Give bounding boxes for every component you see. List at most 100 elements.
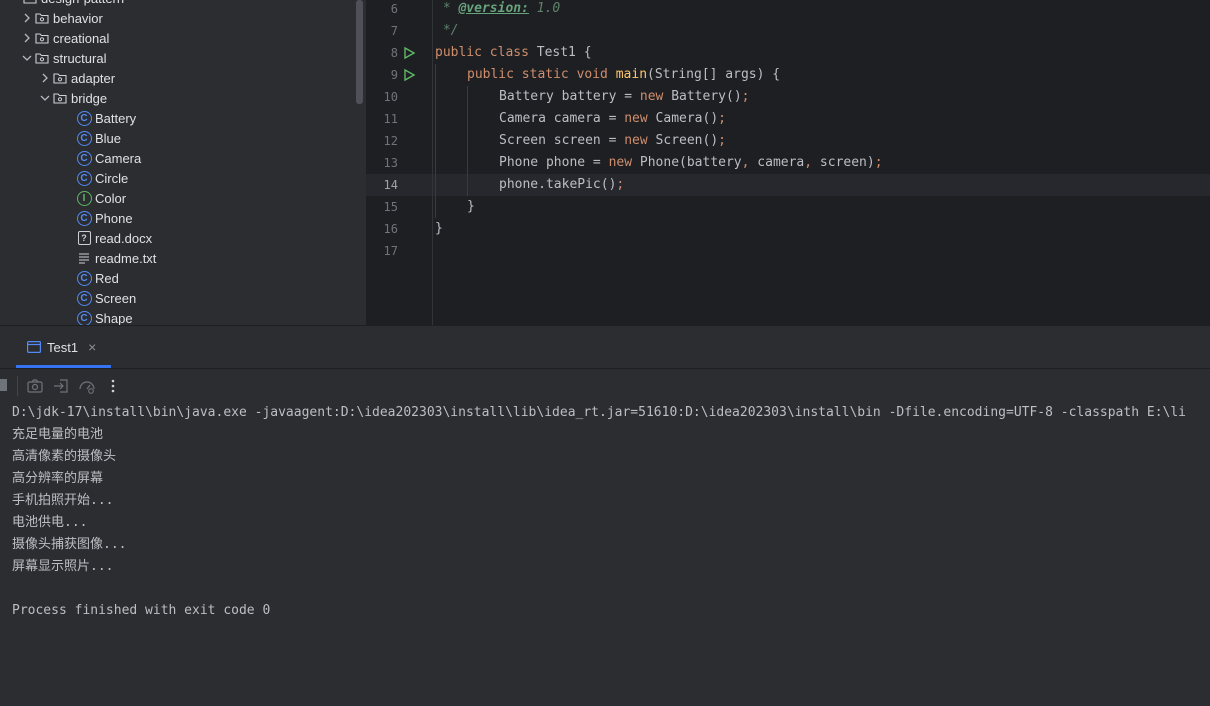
tree-item-readme-txt[interactable]: readme.txt — [0, 248, 366, 268]
console-output[interactable]: D:\jdk-17\install\bin\java.exe -javaagen… — [0, 402, 1210, 706]
tree-item-label: design-pattern — [41, 0, 124, 6]
code-line-6[interactable]: * @version: 1.0 — [435, 0, 560, 20]
tree-item-blue[interactable]: C Blue — [0, 128, 366, 148]
tree-item-label: bridge — [71, 90, 108, 106]
line-number: 11 — [383, 112, 398, 126]
class-icon: C — [76, 210, 92, 226]
console-line: 高分辨率的屏幕 — [12, 471, 104, 486]
run-main-icon[interactable] — [402, 68, 416, 82]
tree-item-label: Screen — [95, 290, 137, 306]
tree-item-creational[interactable]: creational — [0, 28, 366, 48]
tree-item-design-pattern[interactable]: design-pattern — [0, 0, 366, 8]
console-line: 摄像头捕获图像... — [12, 537, 127, 552]
tree-item-battery[interactable]: C Battery — [0, 108, 366, 128]
toolbar-separator — [17, 376, 18, 396]
run-toolbar — [0, 368, 1210, 403]
line-number: 17 — [383, 244, 398, 258]
chevron-right-icon[interactable] — [20, 11, 34, 25]
class-icon: C — [76, 130, 92, 146]
package-icon — [52, 90, 68, 106]
tree-item-red[interactable]: C Red — [0, 268, 366, 288]
camera-icon[interactable] — [26, 377, 44, 395]
close-icon[interactable]: × — [88, 339, 96, 355]
tree-item-label: behavior — [53, 10, 103, 26]
code-line-15[interactable]: } — [467, 196, 475, 218]
console-line: 手机拍照开始... — [12, 493, 114, 508]
tree-item-label: Color — [95, 190, 127, 206]
class-icon: C — [76, 310, 92, 325]
chevron-down-icon[interactable] — [20, 51, 34, 65]
tree-item-read-docx[interactable]: ? read.docx — [0, 228, 366, 248]
console-line: 屏幕显示照片... — [12, 559, 114, 574]
console-line-exit: Process finished with exit code 0 — [12, 603, 271, 618]
tree-item-label: Camera — [95, 150, 142, 166]
more-options-icon[interactable] — [104, 377, 122, 395]
tree-item-screen[interactable]: C Screen — [0, 288, 366, 308]
tree-item-adapter[interactable]: adapter — [0, 68, 366, 88]
text-file-icon — [76, 250, 92, 266]
tree-item-phone[interactable]: C Phone — [0, 208, 366, 228]
line-number-current: 14 — [383, 178, 398, 192]
tree-item-camera[interactable]: C Camera — [0, 148, 366, 168]
class-icon: C — [76, 270, 92, 286]
current-line-highlight — [366, 174, 1210, 196]
tree-item-label: Shape — [95, 310, 133, 326]
tree-item-shape[interactable]: C Shape — [0, 308, 366, 325]
chevron-right-icon[interactable] — [20, 31, 34, 45]
indent-guide — [435, 64, 436, 218]
tab-label: Test1 — [47, 339, 79, 355]
tree-item-label: readme.txt — [95, 250, 157, 266]
login-icon[interactable] — [52, 377, 70, 395]
tree-item-color[interactable]: I Color — [0, 188, 366, 208]
code-line-12[interactable]: Screen screen = new Screen(); — [499, 130, 726, 152]
console-line: 充足电量的电池 — [12, 427, 104, 442]
tree-item-label: adapter — [71, 70, 116, 86]
tree-item-bridge[interactable]: bridge — [0, 88, 366, 108]
dump-threads-icon[interactable] — [78, 377, 96, 395]
console-line-command: D:\jdk-17\install\bin\java.exe -javaagen… — [12, 405, 1186, 420]
code-line-8[interactable]: public class Test1 { — [435, 42, 592, 64]
tree-item-circle[interactable]: C Circle — [0, 168, 366, 188]
tree-item-label: creational — [53, 30, 110, 46]
line-number: 12 — [383, 134, 398, 148]
package-icon — [52, 70, 68, 86]
package-icon — [34, 10, 50, 26]
chevron-down-icon[interactable] — [38, 91, 52, 105]
tree-item-label: Red — [95, 270, 119, 286]
interface-icon: I — [76, 190, 92, 206]
stop-icon[interactable] — [0, 379, 7, 391]
line-number: 8 — [390, 46, 398, 60]
line-number: 13 — [383, 156, 398, 170]
package-icon — [34, 50, 50, 66]
project-tree: design-pattern behavior creational struc… — [0, 0, 366, 325]
code-line-10[interactable]: Battery battery = new Battery(); — [499, 86, 749, 108]
chevron-right-icon[interactable] — [38, 71, 52, 85]
package-icon — [34, 30, 50, 46]
tree-item-structural[interactable]: structural — [0, 48, 366, 68]
line-number: 16 — [383, 222, 398, 236]
tree-item-label: Phone — [95, 210, 133, 226]
code-line-11[interactable]: Camera camera = new Camera(); — [499, 108, 726, 130]
indent-guide — [467, 86, 468, 196]
tree-item-label: Blue — [95, 130, 122, 146]
tree-item-behavior[interactable]: behavior — [0, 8, 366, 28]
tree-scrollbar[interactable] — [356, 0, 363, 104]
class-icon: C — [76, 170, 92, 186]
tree-item-label: read.docx — [95, 230, 153, 246]
code-line-14[interactable]: phone.takePic(); — [499, 174, 624, 196]
tab-test1[interactable]: Test1 × — [16, 326, 111, 368]
code-line-7[interactable]: */ — [435, 20, 459, 42]
run-class-icon[interactable] — [402, 46, 416, 60]
folder-icon — [22, 0, 38, 6]
line-number: 9 — [390, 68, 398, 82]
code-line-13[interactable]: Phone phone = new Phone(battery, camera,… — [499, 152, 883, 174]
console-line: 高清像素的摄像头 — [12, 449, 117, 464]
line-number: 10 — [383, 90, 398, 104]
run-tab-bar: Test1 × — [0, 326, 1210, 368]
tree-item-label: Battery — [95, 110, 137, 126]
line-number: 7 — [390, 24, 398, 38]
console-icon — [27, 341, 41, 353]
tree-item-label: structural — [53, 50, 107, 66]
code-line-9[interactable]: public static void main(String[] args) { — [467, 64, 780, 86]
code-line-16[interactable]: } — [435, 218, 443, 240]
